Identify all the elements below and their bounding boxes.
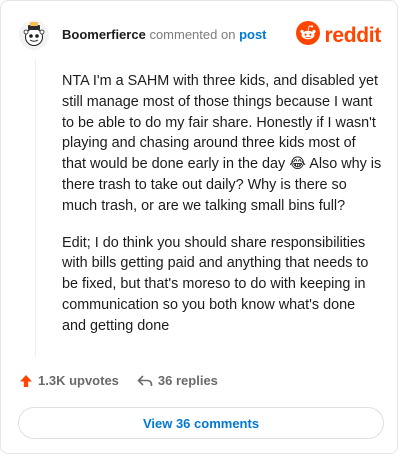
comment-meta: Boomerfierce commented on post: [62, 27, 267, 43]
comment-paragraph: Edit; I do think you should share respon…: [62, 234, 369, 334]
upvote-stat[interactable]: 1.3K upvotes: [19, 373, 119, 388]
upvote-count: 1.3K upvotes: [38, 373, 119, 388]
reddit-wordmark: reddit: [324, 23, 381, 47]
comment-card: Boomerfierce commented on post reddit NT…: [0, 0, 398, 454]
comment-header: Boomerfierce commented on post reddit: [19, 15, 381, 55]
comment-body: NTA I'm a SAHM with three kids, and disa…: [62, 71, 382, 353]
reddit-brand[interactable]: reddit: [296, 21, 381, 50]
action-text: commented on: [149, 27, 236, 42]
reply-count: 36 replies: [157, 373, 218, 388]
view-comments-button[interactable]: View 36 comments: [18, 407, 384, 439]
post-link[interactable]: post: [239, 27, 266, 42]
snoo-avatar-icon[interactable]: [19, 20, 49, 50]
thread-line: [35, 59, 36, 357]
reply-stat[interactable]: 36 replies: [137, 373, 218, 388]
username-link[interactable]: Boomerfierce: [62, 27, 146, 42]
reply-arrow-icon: [137, 374, 153, 386]
upvote-arrow-icon: [20, 374, 32, 387]
comment-paragraph: NTA I'm a SAHM with three kids, and disa…: [62, 73, 382, 214]
reddit-logo-icon: [296, 21, 321, 50]
comment-footer: 1.3K upvotes 36 replies: [19, 373, 218, 388]
